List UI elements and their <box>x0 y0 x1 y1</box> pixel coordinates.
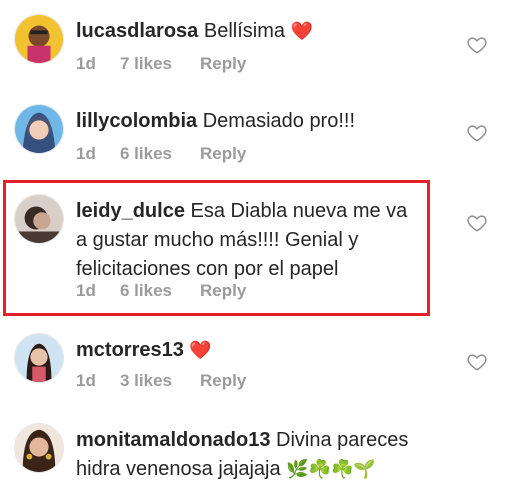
likes-count[interactable]: 7 likes <box>120 54 200 74</box>
comment-age: 1d <box>76 371 96 390</box>
comment-text: lucasdlarosa Bellísima ❤️ <box>76 17 416 46</box>
username[interactable]: leidy_dulce <box>76 200 185 222</box>
reply-button[interactable]: Reply <box>200 371 246 391</box>
comment-meta: 1d 3 likes Reply <box>76 371 246 391</box>
comment-text: leidy_dulce Esa Diabla nueva me va a gus… <box>76 197 416 284</box>
comment-meta: 1d 6 likes Reply <box>76 281 246 301</box>
comment-age: 1d <box>76 54 96 73</box>
avatar[interactable] <box>14 333 64 383</box>
plant-emojis: 🌿☘️☘️🌱 <box>286 459 376 479</box>
heart-outline-icon[interactable] <box>466 351 488 373</box>
heart-outline-icon[interactable] <box>466 212 488 234</box>
comment-text: lillycolombia Demasiado pro!!! <box>76 107 416 136</box>
comment-age: 1d <box>76 144 96 163</box>
comment-text: monitamaldonado13 Divina pareces hidra v… <box>76 426 416 484</box>
username[interactable]: lucasdlarosa <box>76 20 198 42</box>
avatar[interactable] <box>14 104 64 154</box>
username[interactable]: lillycolombia <box>76 110 197 132</box>
heart-emoji: ❤️ <box>290 21 313 41</box>
comment-body: Demasiado pro!!! <box>202 110 356 132</box>
username[interactable]: mctorres13 <box>76 339 184 361</box>
heart-outline-icon[interactable] <box>466 122 488 144</box>
reply-button[interactable]: Reply <box>200 54 246 74</box>
heart-outline-icon[interactable] <box>466 34 488 56</box>
comment-body: Bellísima <box>203 20 285 42</box>
comment-meta: 1d 7 likes Reply <box>76 54 246 74</box>
reply-button[interactable]: Reply <box>200 144 246 164</box>
comment-age: 1d <box>76 281 96 300</box>
likes-count[interactable]: 6 likes <box>120 144 200 164</box>
likes-count[interactable]: 3 likes <box>120 371 200 391</box>
comment-meta: 1d 6 likes Reply <box>76 144 246 164</box>
avatar[interactable] <box>14 423 64 473</box>
avatar[interactable] <box>14 194 64 244</box>
reply-button[interactable]: Reply <box>200 281 246 301</box>
comment-text: mctorres13 ❤️ <box>76 336 416 365</box>
avatar[interactable] <box>14 14 64 64</box>
heart-emoji: ❤️ <box>189 340 212 360</box>
likes-count[interactable]: 6 likes <box>120 281 200 301</box>
username[interactable]: monitamaldonado13 <box>76 429 270 451</box>
